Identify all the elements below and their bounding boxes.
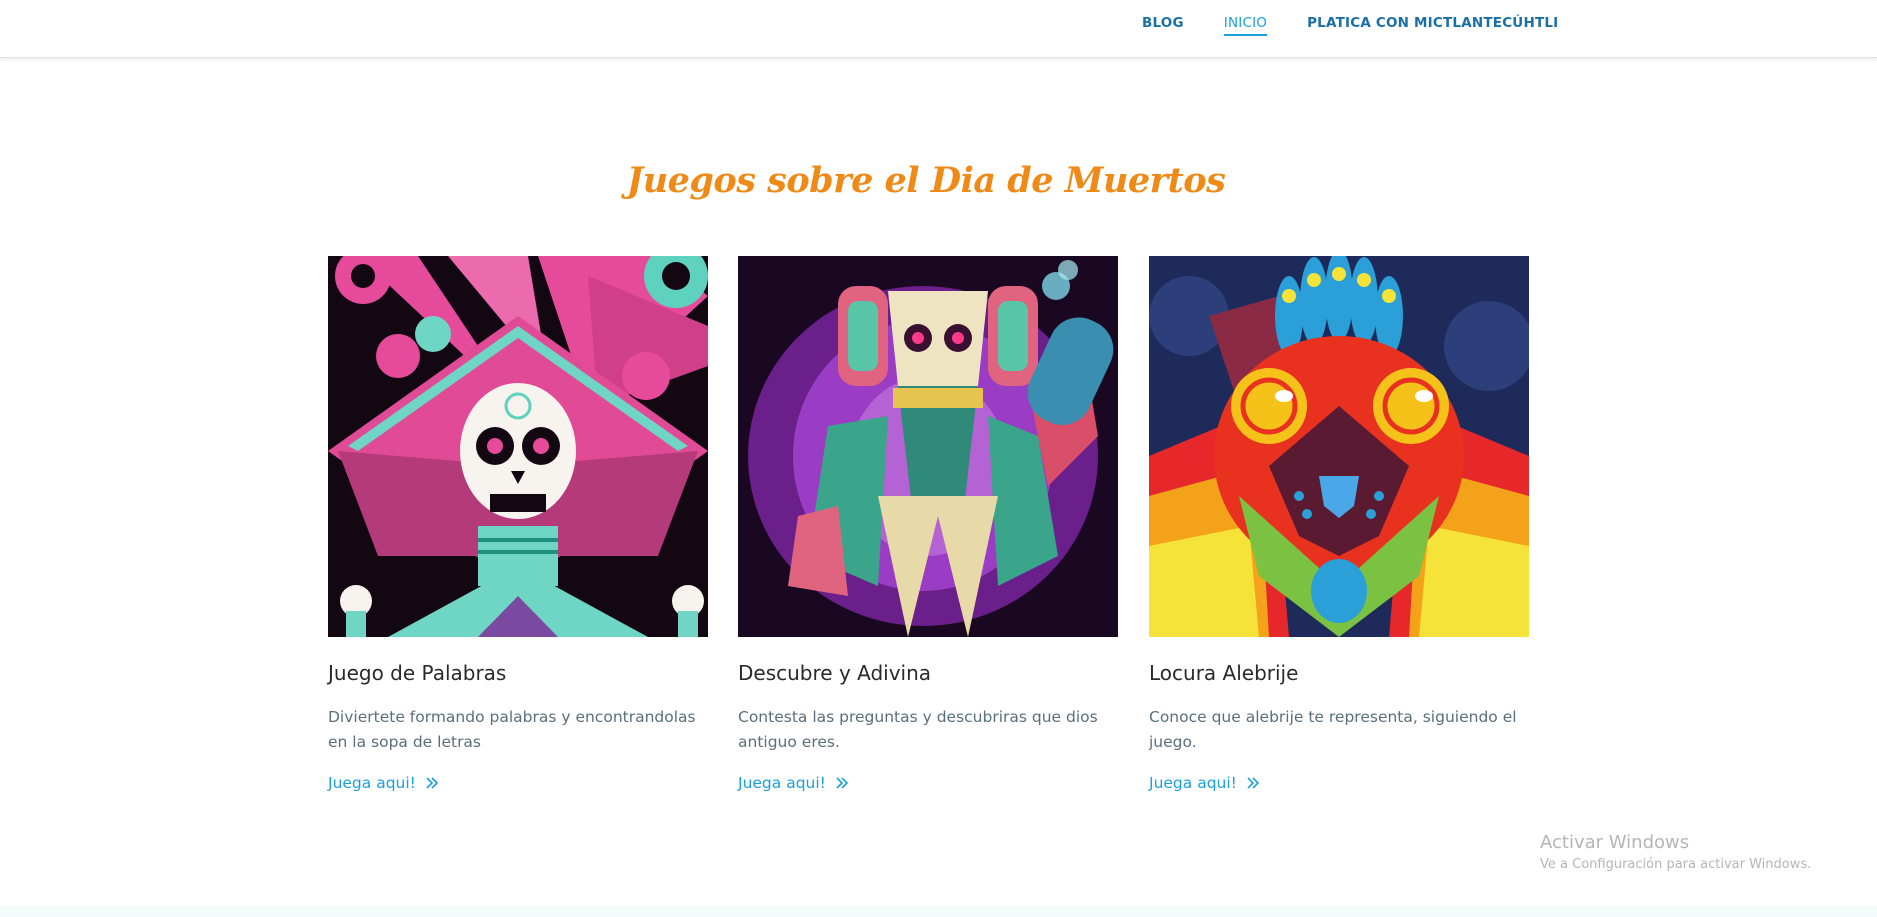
main-nav: BLOG INICIO PLATICA CON MICTLANTECÚHTLI: [1142, 15, 1558, 36]
double-chevron-right-icon: [426, 777, 438, 789]
top-navbar: BLOG INICIO PLATICA CON MICTLANTECÚHTLI: [0, 0, 1877, 58]
game-card-palabras: Juego de Palabras Diviertete formando pa…: [328, 256, 708, 793]
catrina-skull-image[interactable]: [328, 256, 708, 637]
game-card-descubre: Descubre y Adivina Contesta las pregunta…: [738, 256, 1118, 793]
mictlantecuhtli-image[interactable]: [738, 256, 1118, 637]
play-link-label: Juega aqui!: [1149, 774, 1237, 792]
play-link-label: Juega aqui!: [328, 774, 416, 792]
card-title: Juego de Palabras: [328, 661, 507, 685]
card-description: Diviertete formando palabras y encontran…: [328, 708, 696, 751]
footer-band: [0, 906, 1877, 917]
play-link[interactable]: Juega aqui!: [738, 774, 848, 792]
play-link-label: Juega aqui!: [738, 774, 826, 792]
card-description: Contesta las preguntas y descubriras que…: [738, 708, 1098, 751]
windows-activation-watermark: Activar Windows Ve a Configuración para …: [1540, 832, 1811, 872]
nav-inicio[interactable]: INICIO: [1223, 15, 1268, 36]
play-link[interactable]: Juega aqui!: [1149, 774, 1259, 792]
section-title: Juegos sobre el Dia de Muertos: [626, 160, 1226, 201]
nav-blog[interactable]: BLOG: [1142, 15, 1184, 36]
card-description: Conoce que alebrije te representa, sigui…: [1149, 708, 1517, 751]
alebrije-image[interactable]: [1149, 256, 1529, 637]
watermark-subtitle: Ve a Configuración para activar Windows.: [1540, 857, 1812, 872]
card-title: Locura Alebrije: [1149, 661, 1299, 685]
game-card-alebrije: Locura Alebrije Conoce que alebrije te r…: [1149, 256, 1529, 793]
double-chevron-right-icon: [836, 777, 848, 789]
nav-platica[interactable]: PLATICA CON MICTLANTECÚHTLI: [1307, 15, 1558, 36]
card-title: Descubre y Adivina: [738, 661, 932, 685]
watermark-title: Activar Windows: [1540, 832, 1690, 853]
double-chevron-right-icon: [1247, 777, 1259, 789]
play-link[interactable]: Juega aqui!: [328, 774, 438, 792]
